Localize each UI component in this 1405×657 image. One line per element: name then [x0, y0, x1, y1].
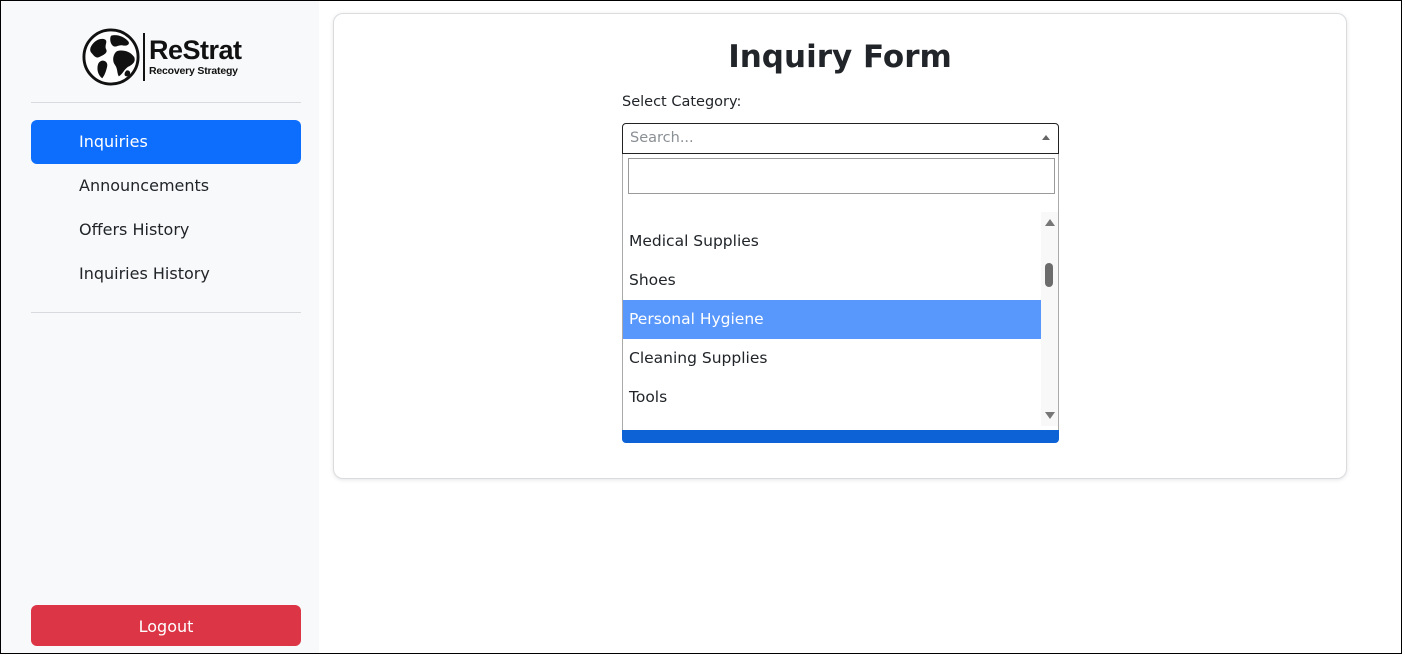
sidebar-item-offers-history[interactable]: Offers History — [31, 208, 301, 252]
option-shoes[interactable]: Shoes — [623, 261, 1042, 300]
logout-button[interactable]: Logout — [31, 605, 301, 646]
caret-up-icon[interactable] — [1042, 135, 1050, 140]
scroll-up-icon[interactable] — [1045, 219, 1055, 226]
logo-text: ReStrat Recovery Strategy — [149, 37, 242, 77]
scroll-down-icon[interactable] — [1045, 412, 1055, 419]
submit-button-partial[interactable] — [622, 430, 1059, 443]
logo: ReStrat Recovery Strategy — [82, 27, 252, 87]
option-cleaning-supplies[interactable]: Cleaning Supplies — [623, 339, 1042, 378]
sidebar-item-inquiries-history[interactable]: Inquiries History — [31, 252, 301, 296]
category-select[interactable]: Search... — [622, 123, 1059, 154]
sidebar-item-announcements[interactable]: Announcements — [31, 164, 301, 208]
scrollbar-thumb[interactable] — [1045, 263, 1053, 287]
category-dropdown: Medical Supplies Shoes Personal Hygiene … — [622, 154, 1059, 430]
category-label: Select Category: — [622, 94, 742, 110]
option-personal-hygiene[interactable]: Personal Hygiene — [623, 300, 1042, 339]
sidebar-divider-top — [31, 102, 301, 103]
category-select-placeholder: Search... — [630, 130, 694, 146]
logo-tagline: Recovery Strategy — [149, 65, 238, 78]
app-frame: ReStrat Recovery Strategy Inquiries Anno… — [0, 0, 1402, 654]
sidebar-divider-bottom — [31, 312, 301, 313]
dropdown-scrollbar[interactable] — [1041, 212, 1058, 426]
option-tools[interactable]: Tools — [623, 378, 1042, 417]
sidebar-item-inquiries[interactable]: Inquiries — [31, 120, 301, 164]
dropdown-options: Medical Supplies Shoes Personal Hygiene … — [623, 222, 1042, 417]
logo-divider — [143, 33, 145, 81]
logo-name: ReStrat — [149, 35, 242, 66]
dropdown-search-input[interactable] — [628, 158, 1055, 194]
option-medical-supplies[interactable]: Medical Supplies — [623, 222, 1042, 261]
sidebar-nav: Inquiries Announcements Offers History I… — [31, 120, 301, 296]
sidebar: ReStrat Recovery Strategy Inquiries Anno… — [1, 1, 319, 653]
globe-icon — [82, 28, 140, 86]
page-title: Inquiry Form — [728, 39, 952, 75]
